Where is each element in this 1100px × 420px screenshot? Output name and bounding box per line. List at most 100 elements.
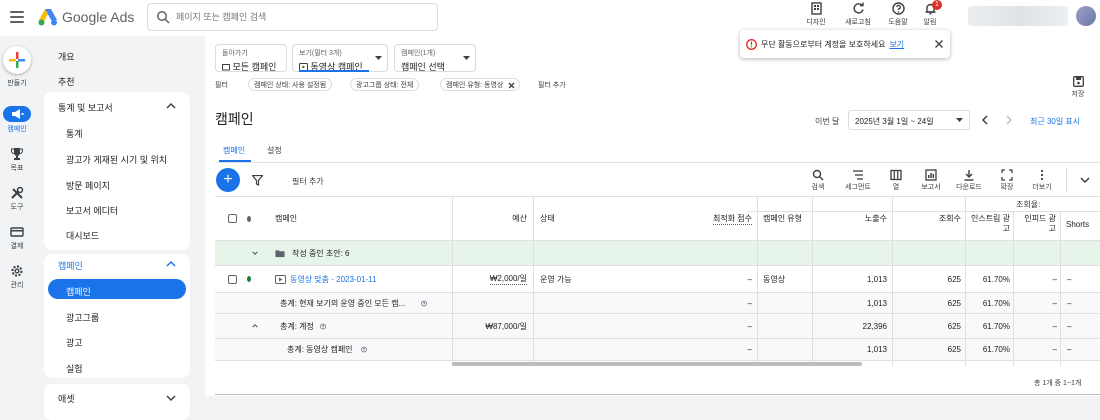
chevron-down-icon[interactable] (1080, 176, 1090, 184)
filter-chip[interactable]: 광고그룹 상태: 전체 (350, 78, 420, 91)
back-chip-value: 모든 캠페인 (222, 60, 280, 73)
rail-item-goals[interactable]: 목표 (0, 147, 34, 173)
save-button[interactable]: 저장 (1070, 76, 1086, 99)
search-input[interactable] (176, 12, 416, 22)
nav-stats-item[interactable]: 광고가 게재된 시기 및 위치 (66, 153, 167, 166)
notifications-button[interactable]: 1 알림 (912, 0, 948, 27)
select-all-checkbox[interactable] (228, 214, 237, 223)
nav-campaign-item[interactable]: 캠페인 (66, 285, 91, 298)
nav-assets-header[interactable]: 애셋 (58, 392, 75, 405)
toolbar-more-button[interactable]: 더보기 (1025, 169, 1059, 192)
filter-icon[interactable] (252, 175, 263, 186)
toolbar-download-label: 다운로드 (956, 184, 982, 191)
filter-chip[interactable]: 캠페인 유형: 동영상 (440, 78, 521, 91)
google-ads-logo (38, 9, 57, 26)
create-button[interactable] (3, 46, 31, 74)
column-divider (1060, 212, 1061, 366)
totals-shorts: – (1067, 298, 1072, 308)
nav-stats-item[interactable]: 보고서 에디터 (66, 204, 118, 217)
campaign-select-value: 캠페인 선택 (401, 62, 445, 72)
draft-row[interactable]: 작성 중인 초안: 6 (215, 241, 1100, 266)
nav-stats-item[interactable]: 통계 (66, 127, 83, 140)
chevron-up-icon[interactable] (166, 102, 176, 110)
help-button[interactable]: 도움말 (880, 2, 916, 27)
col-shorts[interactable]: Shorts (1066, 220, 1089, 229)
app-name: Google Ads (62, 9, 135, 25)
filter-chip[interactable]: 캠페인 상태: 사용 설정됨 (248, 78, 333, 91)
chevron-down-icon[interactable] (166, 394, 176, 402)
folder-icon (222, 64, 230, 71)
close-icon[interactable] (508, 82, 515, 89)
nav-overview[interactable]: 개요 (58, 50, 75, 63)
nav-stats-item[interactable]: 방문 페이지 (66, 179, 110, 192)
totals-infeed: – (1052, 345, 1057, 354)
chevron-left-icon[interactable] (980, 115, 990, 125)
chevron-up-icon[interactable] (252, 322, 258, 330)
rail-item-campaigns[interactable] (3, 106, 31, 122)
col-infeed[interactable]: 인피드 광고 (1018, 214, 1056, 234)
add-filter-link[interactable]: 필터 추가 (538, 80, 566, 90)
col-budget[interactable]: 예산 (452, 197, 532, 240)
col-campaign[interactable]: 캠페인 (270, 197, 420, 240)
toolbar-expand-button[interactable]: 확장 (990, 169, 1024, 192)
col-impressions[interactable]: 노출수 (812, 197, 892, 240)
table-row[interactable]: 동영상 맞춤 - 2023-01-11 ₩2,000/일 운영 가능 – 동영상… (215, 266, 1100, 293)
megaphone-icon (12, 109, 24, 119)
col-optimization-score[interactable]: 최적화 점수 (712, 213, 752, 225)
nav-recommendations[interactable]: 추천 (58, 75, 75, 88)
column-divider (757, 196, 758, 366)
divider (748, 211, 1100, 212)
menu-icon[interactable] (10, 11, 24, 23)
recent-30-days-link[interactable]: 최근 30일 표시 (1030, 116, 1080, 127)
row-checkbox[interactable] (228, 274, 237, 284)
campaign-name-link[interactable]: 동영상 맞춤 - 2023-01-11 (290, 274, 376, 285)
view-chip[interactable]: 보기(필터 3개) 동영상 캠페인 (292, 44, 388, 72)
back-chip[interactable]: 돌아가기 모든 캠페인 (215, 44, 287, 72)
nav-campaign-item[interactable]: 광고 (66, 336, 83, 349)
nav-campaign-item[interactable]: 광고그룹 (66, 311, 99, 324)
chevron-up-icon[interactable] (166, 260, 176, 268)
campaign-select-chip[interactable]: 캠페인(1개) 캠페인 선택 (394, 44, 476, 72)
nav-stats-header[interactable]: 통계 및 보고서 (58, 101, 113, 114)
col-campaign-type[interactable]: 캠페인 유형 (758, 197, 814, 240)
notifications-label: 알림 (923, 19, 937, 26)
shorts-value: – (1067, 274, 1072, 284)
avatar[interactable] (1076, 6, 1096, 26)
rail-item-billing[interactable]: 결제 (0, 225, 34, 251)
toolbar-report-button[interactable]: 보고서 (914, 169, 948, 192)
nav-stats-item[interactable]: 대시보드 (66, 229, 99, 242)
column-divider (452, 196, 453, 366)
col-views[interactable]: 조회수 (892, 197, 966, 240)
view-chip-label: 보기(필터 3개) (299, 50, 342, 57)
close-icon[interactable] (934, 39, 944, 49)
add-campaign-button[interactable]: + (216, 168, 240, 192)
design-button[interactable]: 디자인 (798, 2, 834, 27)
help-icon[interactable] (320, 322, 326, 331)
alert-view-link[interactable]: 보기 (889, 39, 904, 50)
nav-campaign-item[interactable]: 실험 (66, 362, 83, 375)
rail-item-admin[interactable]: 관리 (0, 264, 34, 290)
help-icon[interactable] (361, 345, 367, 354)
date-range-picker[interactable]: 2025년 3월 1일 ~ 24일 (848, 110, 970, 130)
toolbar-download-button[interactable]: 다운로드 (952, 169, 986, 192)
search-box[interactable] (147, 3, 438, 31)
budget-value[interactable]: ₩2,000/일 (489, 273, 527, 285)
notification-badge: 1 (932, 0, 942, 10)
tab-settings[interactable]: 설정 (267, 145, 282, 156)
toolbar-segment-button[interactable]: 세그먼트 (841, 169, 875, 192)
help-icon[interactable] (421, 299, 427, 308)
chevron-right-icon[interactable] (1004, 115, 1014, 125)
toolbar-columns-button[interactable]: 열 (879, 169, 913, 192)
col-instream[interactable]: 인스트림 광고 (966, 214, 1010, 234)
nav-campaigns-header[interactable]: 캠페인 (58, 259, 83, 272)
toolbar-add-filter[interactable]: 필터 추가 (292, 176, 324, 187)
rail-item-tools[interactable]: 도구 (0, 186, 34, 212)
totals-instream: 61.70% (982, 321, 1010, 331)
tab-campaigns[interactable]: 캠페인 (223, 145, 245, 156)
col-status[interactable]: 상태 (535, 197, 615, 240)
toolbar-search-button[interactable]: 검색 (801, 169, 835, 192)
account-info[interactable] (968, 6, 1068, 26)
chevron-down-icon[interactable] (252, 249, 258, 257)
horizontal-scrollbar[interactable] (452, 362, 862, 366)
refresh-button[interactable]: 새로고침 (840, 2, 876, 27)
